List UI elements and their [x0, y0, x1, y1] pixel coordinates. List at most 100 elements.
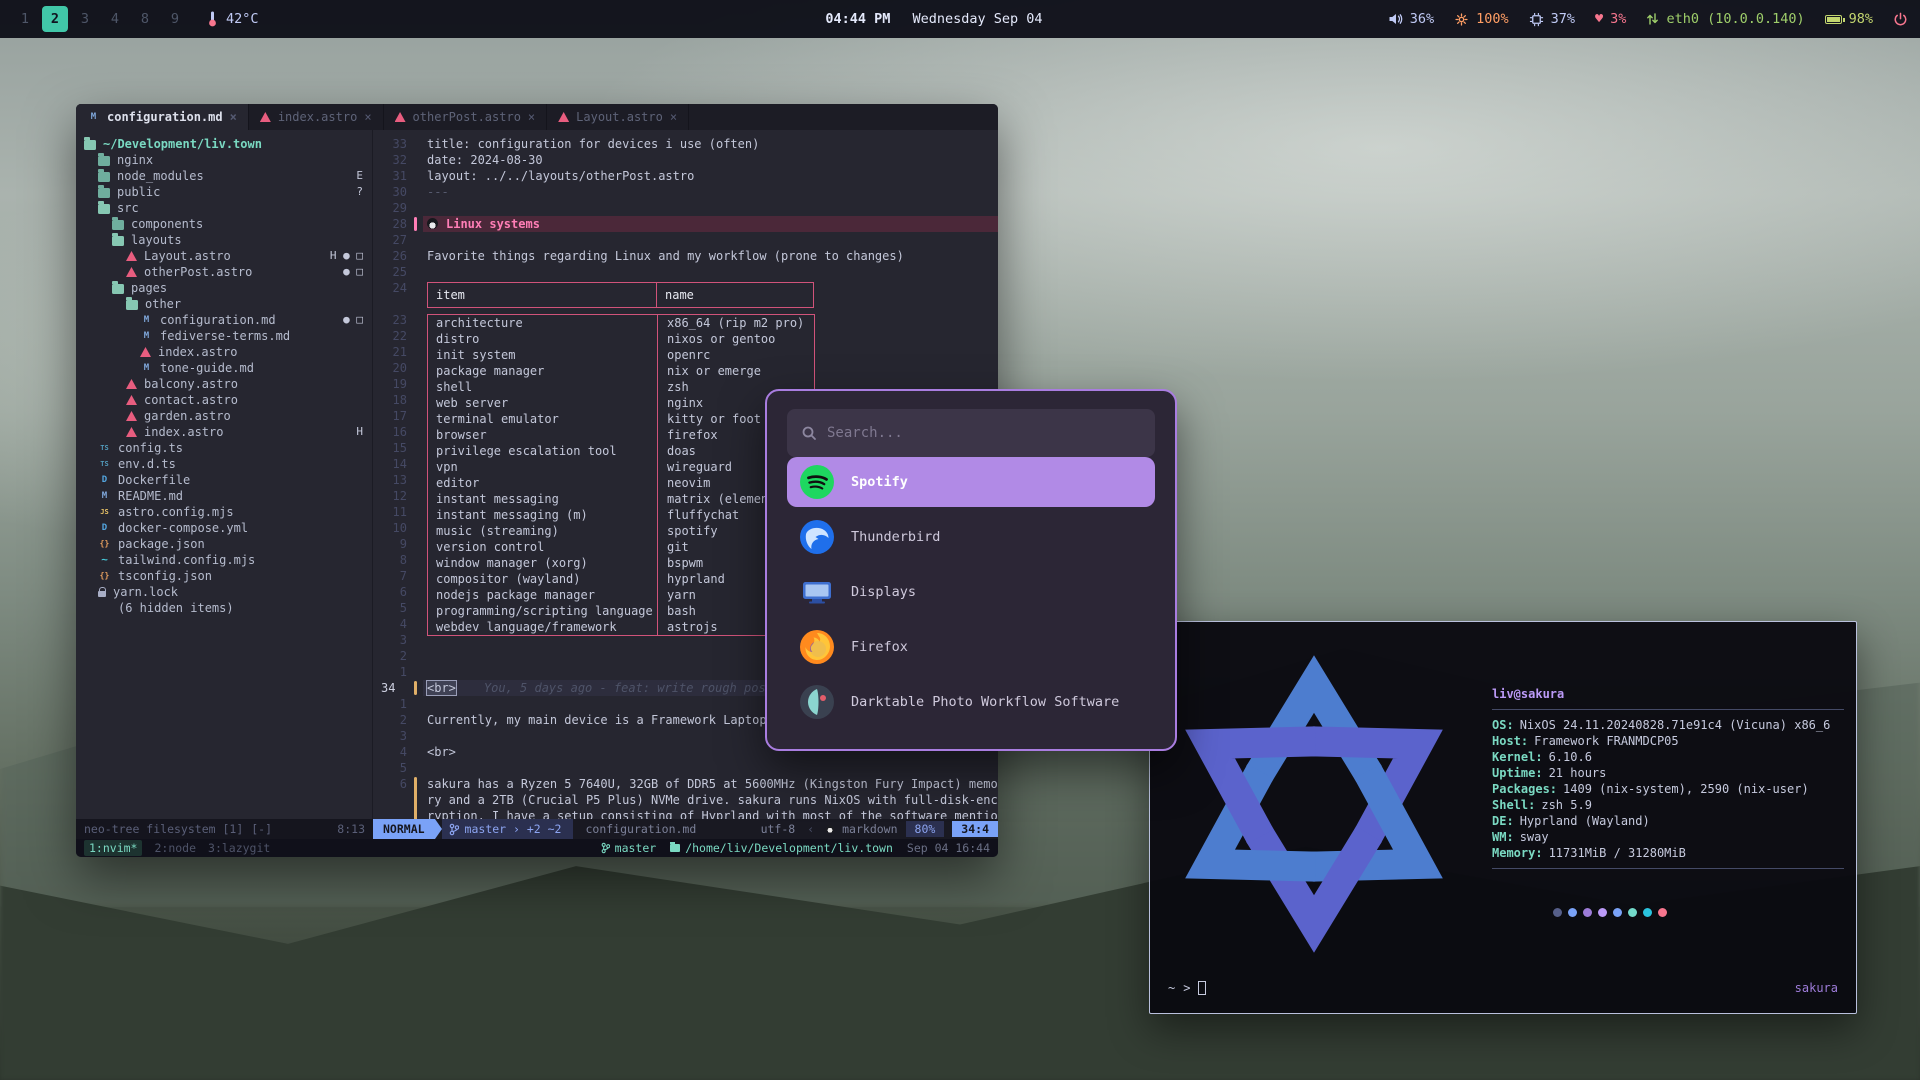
cpu-module[interactable]: 100% [1454, 11, 1509, 27]
file-tree-item[interactable]: other [76, 296, 372, 312]
buffer-tab[interactable]: Layout.astro × [547, 104, 689, 130]
statusline-separator [803, 821, 818, 837]
file-tree-item[interactable]: configuration.md ● □ [76, 312, 372, 328]
editor-line[interactable] [423, 232, 998, 248]
file-tree-item[interactable]: tone-guide.md [76, 360, 372, 376]
file-tree-item[interactable]: (6 hidden items) [76, 600, 372, 616]
workspace-button[interactable]: 3 [72, 6, 98, 32]
table-cell-name: wireguard [657, 459, 732, 475]
launcher-item-spotify[interactable]: Spotify [787, 457, 1155, 507]
file-tree-item[interactable]: index.astro [76, 344, 372, 360]
app-launcher: Spotify Thunderbird Displays Firefox [765, 389, 1177, 751]
darktable-icon [799, 684, 835, 720]
tmux-window-label[interactable]: 2:node [154, 840, 196, 856]
editor-line[interactable] [423, 200, 998, 216]
editor-line[interactable]: Favorite things regarding Linux and my w… [423, 248, 998, 264]
tmux-working-directory: /home/liv/Development/liv.town [670, 840, 893, 856]
workspace-button[interactable]: 8 [132, 6, 158, 32]
line-number: 28 [373, 216, 411, 232]
file-tree-item[interactable]: src [76, 200, 372, 216]
file-tree-item[interactable]: yarn.lock [76, 584, 372, 600]
table-cell-item: package manager [428, 363, 657, 379]
close-icon[interactable]: × [230, 109, 237, 125]
file-tree-item[interactable]: pages [76, 280, 372, 296]
file-name: other [145, 296, 181, 312]
file-tree-item[interactable]: README.md [76, 488, 372, 504]
file-icon [140, 347, 151, 357]
file-tree-item[interactable]: astro.config.mjs [76, 504, 372, 520]
launcher-item-thunderbird[interactable]: Thunderbird [787, 512, 1155, 562]
battery-module[interactable]: 98% [1825, 11, 1873, 27]
file-tree-item[interactable]: public ? [76, 184, 372, 200]
file-icon [98, 443, 111, 454]
network-module[interactable]: eth0 (10.0.0.140) [1646, 11, 1804, 27]
filetype-icon [87, 112, 100, 123]
file-tree-item[interactable]: package.json [76, 536, 372, 552]
volume-module[interactable]: 36% [1388, 11, 1434, 27]
launcher-item-darktable[interactable]: Darktable Photo Workflow Software [787, 677, 1155, 727]
file-tree-item[interactable]: tsconfig.json [76, 568, 372, 584]
shell-prompt[interactable]: ~ > [1168, 980, 1206, 996]
launcher-item-displays[interactable]: Displays [787, 567, 1155, 617]
file-name: layouts [131, 232, 182, 248]
file-tree-item[interactable]: layouts [76, 232, 372, 248]
editor-line[interactable] [423, 264, 998, 280]
editor-line[interactable]: title: configuration for devices i use (… [423, 136, 998, 152]
editor-line[interactable] [423, 760, 998, 776]
editor-line[interactable]: layout: ../../layouts/otherPost.astro [423, 168, 998, 184]
file-tree-item[interactable]: nginx [76, 152, 372, 168]
file-tree-item[interactable]: docker-compose.yml [76, 520, 372, 536]
buffer-tab[interactable]: index.astro × [249, 104, 384, 130]
file-tree-item[interactable]: contact.astro [76, 392, 372, 408]
file-tree-item[interactable]: balcony.astro [76, 376, 372, 392]
palette-dot [1598, 908, 1607, 917]
file-tree-item[interactable]: components [76, 216, 372, 232]
buffer-tab-label: otherPost.astro [413, 109, 521, 125]
editor-line[interactable]: date: 2024-08-30 [423, 152, 998, 168]
workspace-button[interactable]: 2 [42, 6, 68, 32]
file-tree-item[interactable]: otherPost.astro ● □ [76, 264, 372, 280]
file-icon [112, 236, 124, 246]
table-cell-name: astrojs [657, 619, 718, 635]
file-tree-item[interactable]: garden.astro [76, 408, 372, 424]
clock-module[interactable]: 04:44 PM Wednesday Sep 04 [825, 0, 1042, 38]
editor-line[interactable]: sakura has a Ryzen 5 7640U, 32GB of DDR5… [423, 776, 998, 819]
close-icon[interactable]: × [670, 109, 677, 125]
file-tree-item[interactable]: fediverse-terms.md [76, 328, 372, 344]
fastfetch-output: liv@sakura OS: NixOS 24.11.20240828.71e9… [1492, 686, 1844, 876]
buffer-tab[interactable]: configuration.md × [76, 104, 249, 130]
editor-line[interactable]: --- [423, 184, 998, 200]
table-cell-name: nginx [657, 395, 703, 411]
workspace-button[interactable]: 1 [12, 6, 38, 32]
file-tree-root-label: ~/Development/liv.town [103, 136, 262, 152]
close-icon[interactable]: × [364, 109, 371, 125]
workspace-button[interactable]: 4 [102, 6, 128, 32]
table-cell-item: compositor (wayland) [428, 571, 657, 587]
file-tree-root[interactable]: ~/Development/liv.town [76, 136, 372, 152]
volume-icon [1388, 12, 1403, 26]
file-tree-item[interactable]: node_modules E [76, 168, 372, 184]
temperature-module[interactable]: 42°C [206, 11, 259, 27]
file-icon [126, 395, 137, 405]
file-tree-item[interactable]: index.astro H [76, 424, 372, 440]
file-tree-item[interactable]: config.ts [76, 440, 372, 456]
file-icon [126, 427, 137, 437]
file-tree-item[interactable]: env.d.ts [76, 456, 372, 472]
tmux-window-label[interactable]: 3:lazygit [208, 840, 270, 856]
workspace-button[interactable]: 9 [162, 6, 188, 32]
fetch-value: 11731MiB / 31280MiB [1549, 845, 1686, 861]
table-row: programming/scripting language bash [428, 603, 814, 619]
file-tree-item[interactable]: Dockerfile [76, 472, 372, 488]
close-icon[interactable]: × [528, 109, 535, 125]
buffer-tab[interactable]: otherPost.astro × [384, 104, 548, 130]
power-button[interactable] [1893, 12, 1908, 27]
tmux-window-label[interactable]: 1:nvim* [84, 840, 142, 856]
sensor-module[interactable]: ♥ 3% [1595, 11, 1626, 27]
file-tree-item[interactable]: Layout.astro H ● □ [76, 248, 372, 264]
file-tree-item[interactable]: tailwind.config.mjs [76, 552, 372, 568]
launcher-item-firefox[interactable]: Firefox [787, 622, 1155, 672]
memory-module[interactable]: 37% [1529, 11, 1575, 27]
search-input[interactable] [827, 425, 1141, 441]
editor-line[interactable]: Linux systems [423, 216, 998, 232]
line-number: 2 [373, 648, 411, 664]
